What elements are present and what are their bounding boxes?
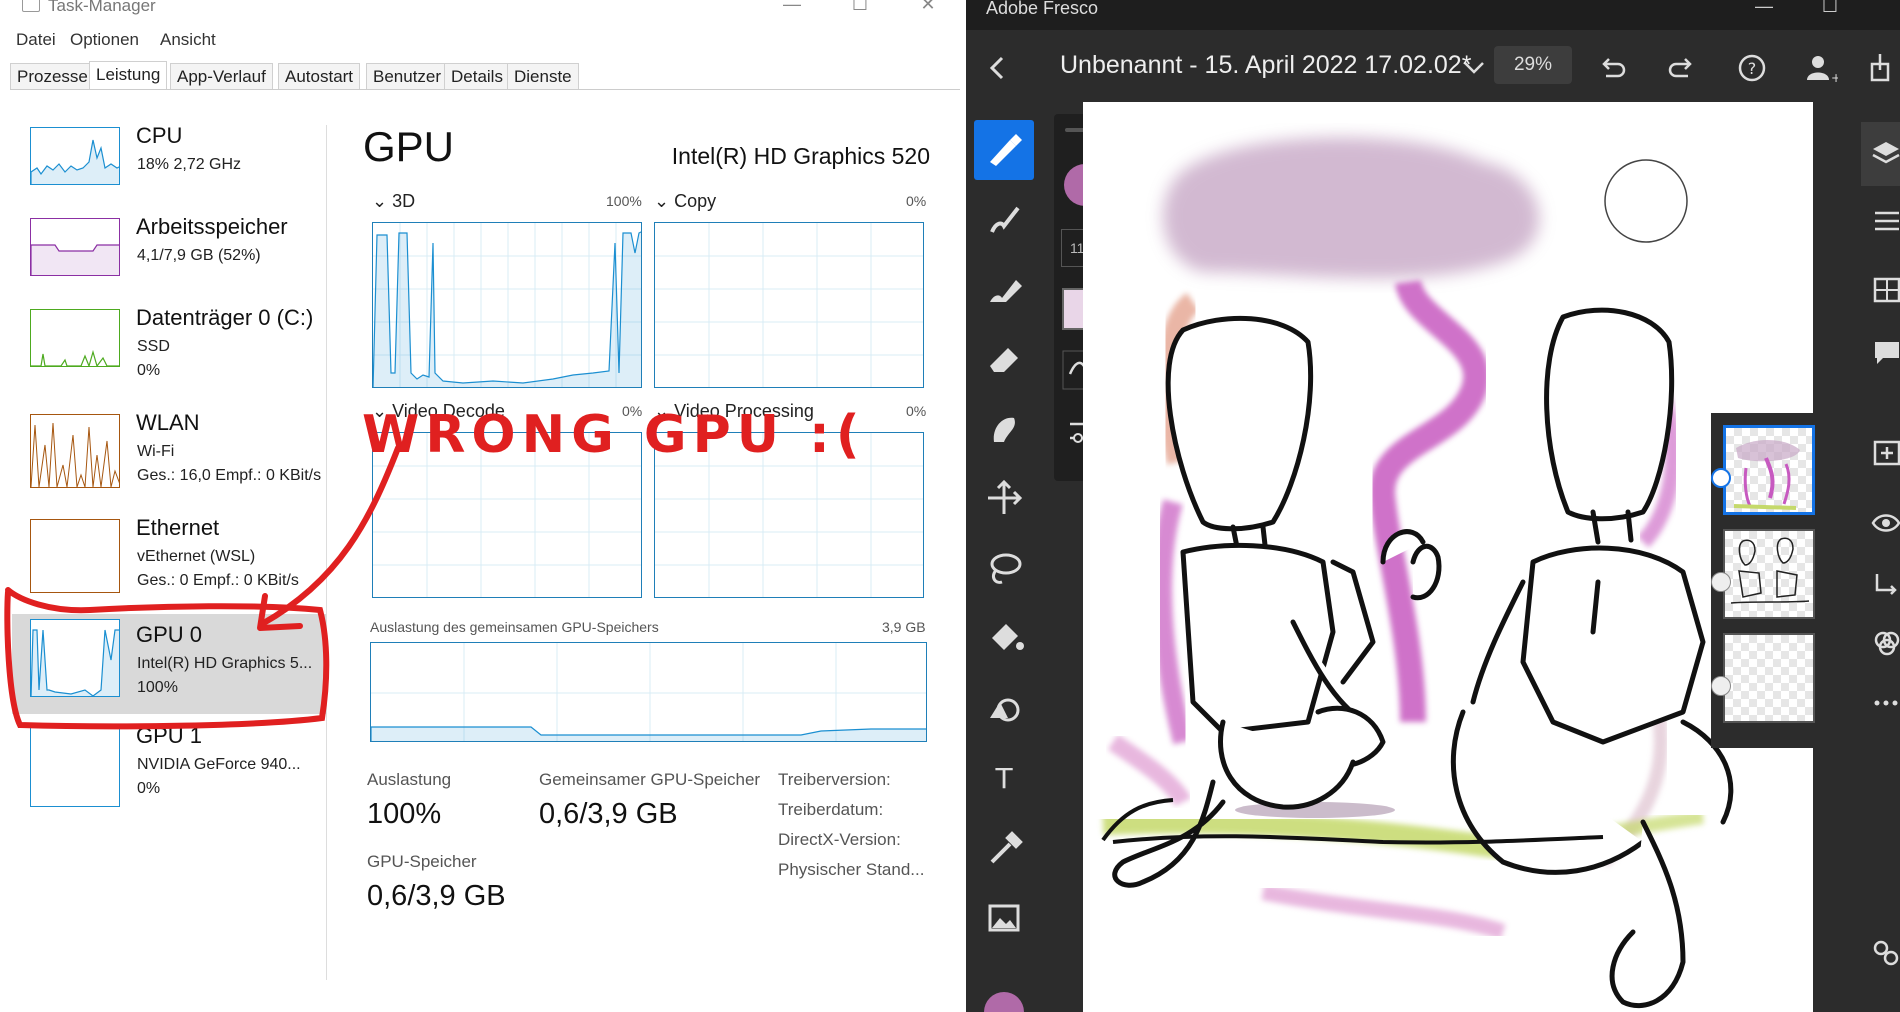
layer-thumbnail-1[interactable] — [1723, 425, 1815, 515]
layers-panel — [1711, 413, 1821, 748]
layers-icon[interactable] — [1871, 138, 1900, 168]
fresco-maximize-icon[interactable]: ☐ — [1806, 0, 1854, 20]
plugins-icon[interactable] — [1871, 938, 1900, 968]
add-layer-icon[interactable] — [1871, 438, 1900, 468]
move-icon[interactable] — [974, 468, 1034, 528]
grid-icon[interactable] — [1871, 275, 1900, 305]
drawing-canvas[interactable] — [1083, 102, 1813, 1012]
document-title[interactable]: Unbenannt - 15. April 2022 17.02.02* — [1060, 51, 1471, 80]
shapes-icon[interactable] — [974, 678, 1034, 738]
svg-text:?: ? — [1748, 59, 1757, 78]
right-toolbar — [1861, 108, 1900, 1012]
invite-user-icon[interactable]: + — [1802, 50, 1838, 86]
fill-icon[interactable] — [974, 608, 1034, 668]
tools-toolbar: T — [966, 108, 1052, 1012]
svg-text:+: + — [1831, 71, 1838, 85]
eyedropper-icon[interactable] — [974, 818, 1034, 878]
layer-properties-icon[interactable] — [1871, 205, 1900, 235]
text-icon[interactable]: T — [974, 748, 1034, 808]
undo-icon[interactable] — [1594, 50, 1630, 86]
image-layer-icon — [1711, 676, 1731, 696]
pixel-brush-icon[interactable] — [974, 120, 1034, 180]
fresco-window: Adobe Fresco — ☐ ? + Unbenannt - 15. Apr… — [966, 0, 1900, 1012]
annotation-text: WRONG GPU :( — [362, 405, 866, 465]
annotation-arrow-shaft — [259, 445, 401, 627]
smudge-icon[interactable] — [974, 398, 1034, 458]
fresco-minimize-icon[interactable]: — — [1740, 0, 1788, 20]
back-icon[interactable] — [980, 50, 1016, 86]
lasso-icon[interactable] — [974, 538, 1034, 598]
layer-thumbnail-2[interactable] — [1723, 529, 1815, 619]
redo-icon[interactable] — [1664, 50, 1700, 86]
zoom-level[interactable]: 29% — [1494, 46, 1572, 84]
more-icon[interactable] — [1871, 688, 1900, 718]
comments-icon[interactable] — [1871, 338, 1900, 368]
layer-badge-1 — [1711, 468, 1731, 488]
layer-badge-2 — [1711, 572, 1731, 592]
live-brush-icon[interactable] — [974, 188, 1034, 248]
image-icon[interactable] — [974, 888, 1034, 948]
svg-text:T: T — [994, 762, 1013, 795]
canvas-artwork — [1101, 137, 1734, 1009]
fresco-window-title: Adobe Fresco — [986, 0, 1099, 18]
merge-icon[interactable] — [1871, 568, 1900, 598]
vector-brush-icon[interactable] — [974, 258, 1034, 318]
visibility-icon[interactable] — [1871, 508, 1900, 538]
help-icon[interactable]: ? — [1734, 50, 1770, 86]
color-swatch-bottom[interactable] — [984, 992, 1024, 1012]
task-manager-window: Task-Manager — ☐ ✕ Datei Optionen Ansich… — [0, 0, 968, 1012]
layer-thumbnail-3[interactable] — [1723, 633, 1815, 723]
effects-icon[interactable] — [1871, 628, 1900, 658]
annotation-overlay: WRONG GPU :( — [4, 405, 866, 730]
share-icon[interactable] — [1866, 50, 1900, 86]
eraser-icon[interactable] — [974, 328, 1034, 388]
fresco-title-bar: Adobe Fresco — ☐ — [966, 0, 1900, 30]
